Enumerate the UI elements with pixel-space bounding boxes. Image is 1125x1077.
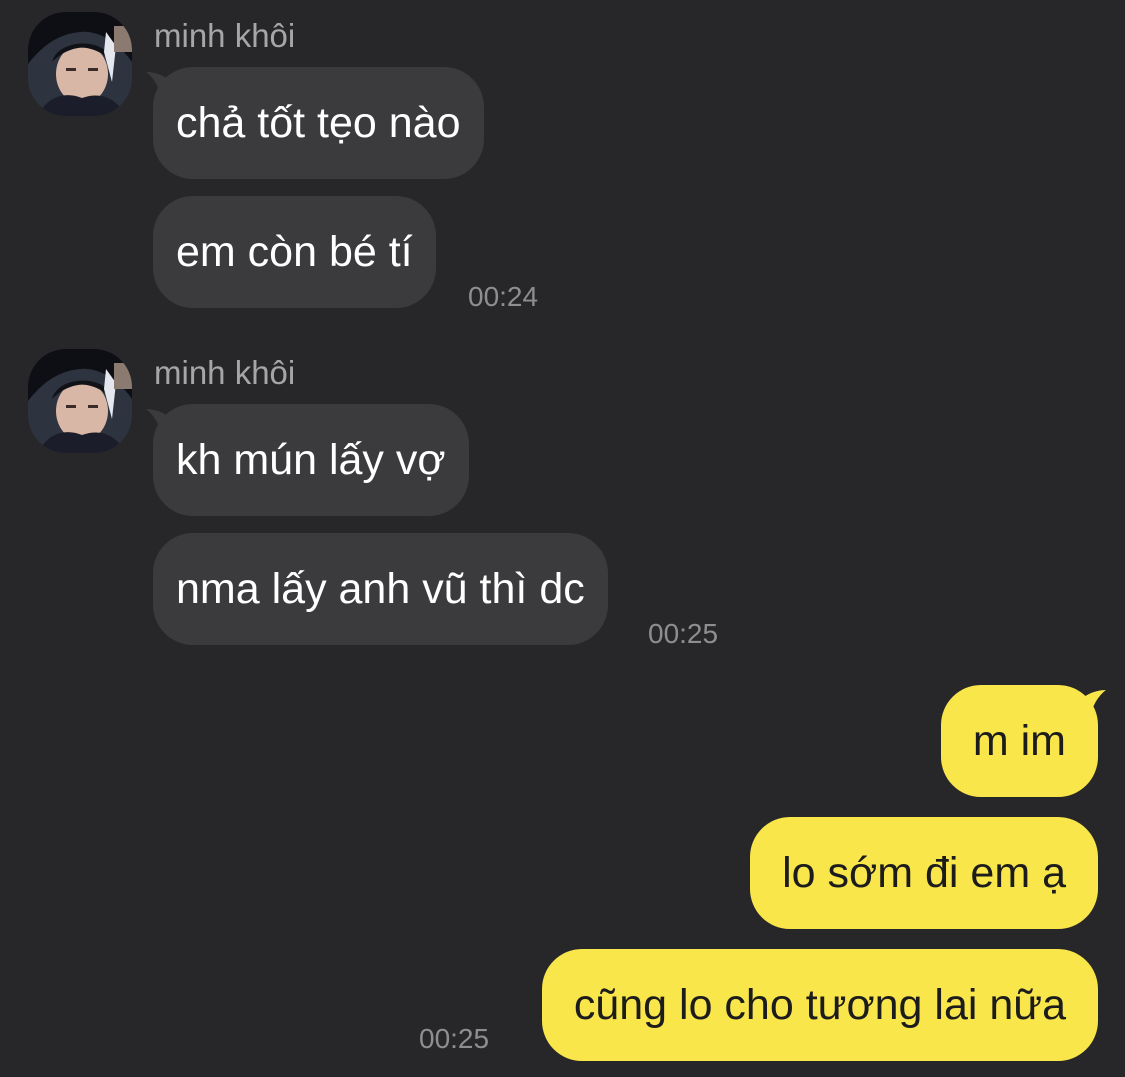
sender-name: minh khôi [154, 17, 296, 54]
outgoing-message-bubble[interactable]: cũng lo cho tương lai nữa [541, 949, 1098, 1061]
avatar[interactable] [28, 349, 132, 453]
message-timestamp: 00:24 [468, 281, 539, 312]
outgoing-message-bubble[interactable]: m im [940, 685, 1098, 797]
message-timestamp: 00:25 [648, 618, 719, 649]
incoming-message-bubble[interactable]: chả tốt tẹo nào [153, 67, 484, 179]
incoming-message-bubble[interactable]: em còn bé tí [153, 196, 436, 308]
incoming-message-bubble[interactable]: kh mún lấy vợ [153, 404, 469, 516]
incoming-message-bubble[interactable]: nma lấy anh vũ thì dc [153, 533, 608, 645]
outgoing-message-bubble[interactable]: lo sớm đi em ạ [750, 817, 1098, 929]
profile-photo-avatar-icon [28, 12, 132, 116]
avatar[interactable] [28, 12, 132, 116]
sender-name: minh khôi [154, 354, 296, 391]
message-timestamp: 00:25 [419, 1023, 490, 1054]
profile-photo-avatar-icon [28, 349, 132, 453]
